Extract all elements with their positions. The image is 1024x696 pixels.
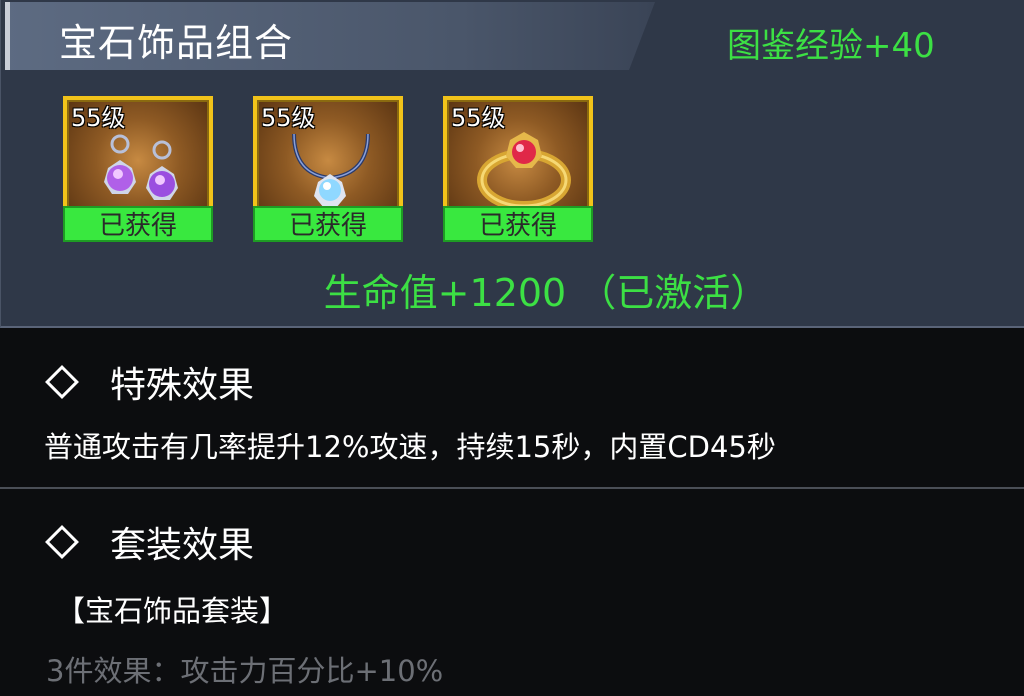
combo-bonus-text: 生命值+1200 （已激活）: [323, 271, 769, 315]
item-status-badge: 已获得: [253, 206, 403, 242]
suit-set-name: 【宝石饰品套装】: [56, 594, 289, 628]
item-slot-earrings[interactable]: 55级 已获得: [63, 96, 213, 244]
special-effect-description: 普通攻击有几率提升12%攻速，持续15秒，内置CD45秒: [44, 430, 776, 464]
ring-icon: [477, 132, 571, 211]
item-level: 55级: [451, 104, 506, 132]
combo-title: 宝石饰品组合: [59, 21, 294, 65]
suit-effect-title: 套装效果: [110, 525, 255, 566]
item-status-badge: 已获得: [63, 206, 213, 242]
necklace-icon: [292, 133, 370, 208]
suit-effect-header: 套装效果: [44, 516, 254, 568]
item-level: 55级: [261, 104, 316, 132]
diamond-icon: [45, 525, 79, 559]
item-level: 55级: [71, 104, 126, 132]
combo-panel: 宝石饰品组合 图鉴经验+40 55级 已获得 55级 已获得 55级 已获得 生…: [0, 0, 1024, 328]
earrings-icon: [104, 134, 178, 200]
suit-piece-bonus: 3件效果：攻击力百分比+10%: [46, 654, 444, 688]
item-slot-necklace[interactable]: 55级 已获得: [253, 96, 403, 244]
special-effect-title: 特殊效果: [110, 365, 255, 406]
section-divider: [0, 487, 1024, 489]
item-slot-ring[interactable]: 55级 已获得: [443, 96, 593, 244]
diamond-icon: [45, 365, 79, 399]
item-status-badge: 已获得: [443, 206, 593, 242]
codex-exp-reward: 图鉴经验+40: [727, 26, 935, 66]
special-effect-header: 特殊效果: [44, 356, 254, 408]
